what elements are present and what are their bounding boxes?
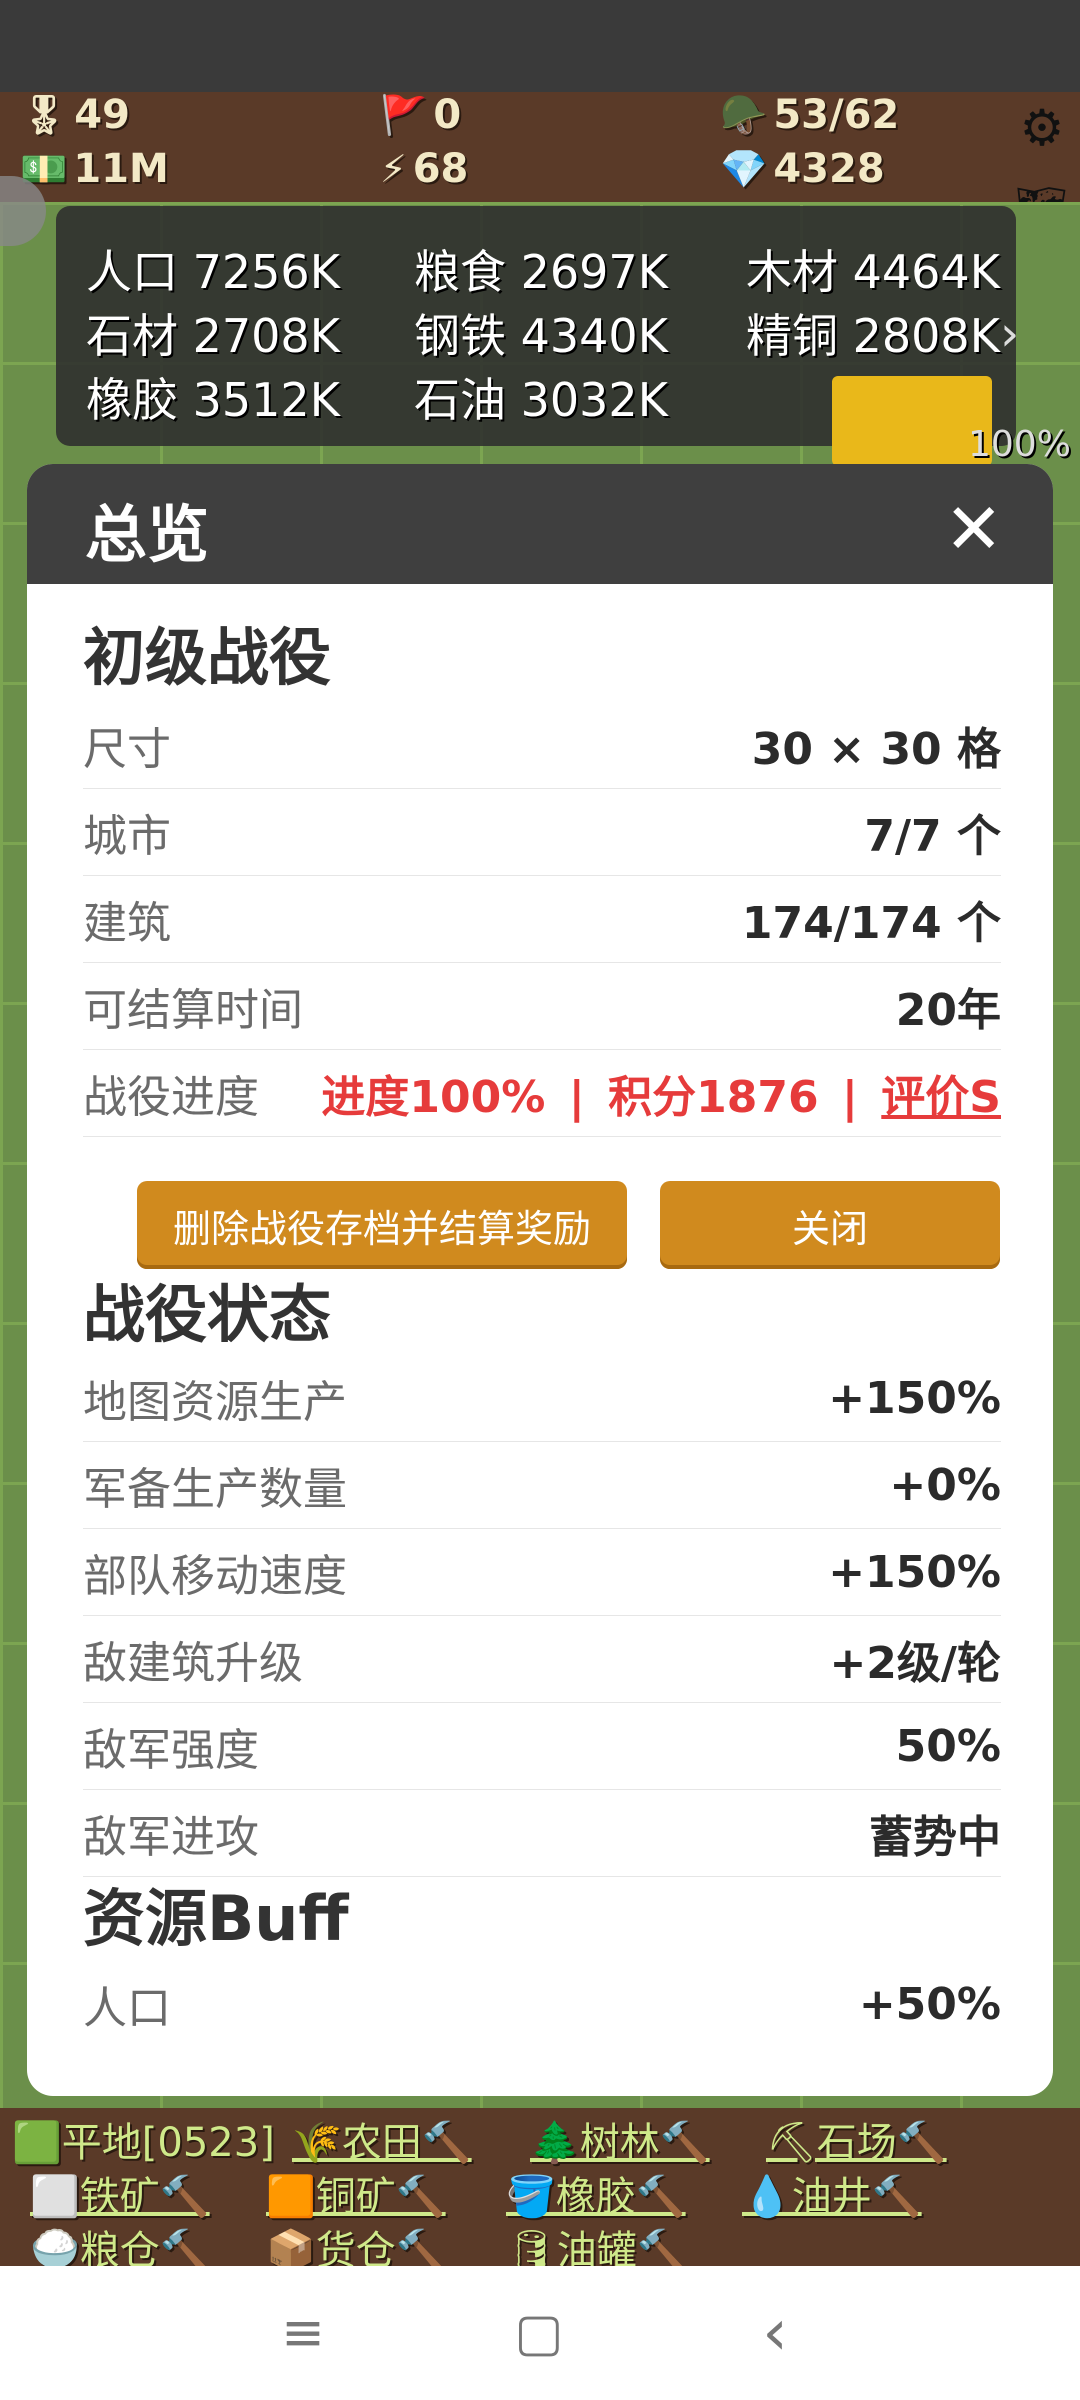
medals-stat: 🎖 49 [20, 92, 130, 138]
row-label: 敌军进攻 [83, 1812, 259, 1863]
delete-save-button[interactable]: 删除战役存档并结算奖励 [137, 1181, 627, 1269]
overview-dialog: 总览 ✕ 初级战役 尺寸 30 × 30 格 城市 7/7 个 建筑 174/1… [27, 464, 1053, 2096]
row-settle-time: 可结算时间 20年 [83, 963, 1001, 1050]
campaign-title: 初级战役 [83, 621, 332, 694]
status-bar [0, 0, 1080, 92]
dialog-header: 总览 ✕ [27, 464, 1053, 584]
row-label: 人口 [83, 1983, 171, 2034]
resource-rubber: 橡胶 3512K [86, 373, 340, 427]
gift-progress: 100% [968, 424, 1071, 465]
row-enemy-attack: 敌军进攻 蓄势中 [83, 1790, 1001, 1877]
energy-value: 68 [412, 146, 469, 192]
buff-title: 资源Buff [83, 1882, 349, 1955]
row-value: +150% [828, 1372, 1001, 1424]
row-label: 建筑 [83, 898, 171, 949]
row-size: 尺寸 30 × 30 格 [83, 702, 1001, 789]
row-value: 50% [895, 1720, 1001, 1772]
row-label: 尺寸 [83, 724, 171, 775]
row-label: 敌军强度 [83, 1725, 259, 1776]
build-copper-mine[interactable]: 🟧铜矿🔨 [266, 2164, 446, 2222]
resource-food: 粮食 2697K [414, 245, 668, 299]
gems-stat: 💎 4328 [720, 146, 885, 192]
row-value: 30 × 30 格 [751, 724, 1001, 775]
status-title: 战役状态 [83, 1278, 332, 1351]
row-value: +50% [858, 1978, 1001, 2030]
build-iron-mine[interactable]: ⬜铁矿🔨 [30, 2164, 210, 2222]
row-label: 城市 [83, 811, 171, 862]
row-value: 174/174 个 [741, 898, 1001, 949]
money-stat: 💵 11M [20, 146, 169, 192]
build-rubber[interactable]: 🪣橡胶🔨 [506, 2164, 686, 2222]
build-farm[interactable]: 🌾农田🔨 [292, 2110, 472, 2168]
troops-stat: 🪖 53/62 [720, 92, 899, 138]
resource-oil: 石油 3032K [414, 373, 668, 427]
row-label: 可结算时间 [83, 985, 303, 1036]
row-label: 敌建筑升级 [83, 1638, 303, 1689]
build-plain[interactable]: 🟩平地[0523] [12, 2110, 275, 2168]
resource-population: 人口 7256K [86, 245, 340, 299]
row-value: +150% [828, 1546, 1001, 1598]
dialog-title: 总览 [85, 498, 210, 571]
helmet-icon: 🪖 [720, 92, 768, 137]
row-value: 20年 [895, 985, 1001, 1036]
gear-icon[interactable]: ⚙ [1010, 96, 1074, 160]
build-bar: 🟩平地[0523] 🌾农田🔨 🌲树林🔨 ⛏石场🔨 ⬜铁矿🔨 🟧铜矿🔨 🪣橡胶🔨 … [0, 2108, 1080, 2274]
flags-stat: 🚩 0 [380, 92, 461, 138]
rating-link[interactable]: 评价S [881, 1072, 1001, 1123]
row-buff-population: 人口 +50% [83, 1961, 1001, 2047]
separator: | [568, 1072, 585, 1123]
row-armament-production: 军备生产数量 +0% [83, 1442, 1001, 1529]
top-hud: 🎖 49 🚩 0 🪖 53/62 💵 11M ⚡ 68 💎 4328 ⚙ 🗺 [0, 92, 1080, 235]
medals-value: 49 [74, 92, 130, 138]
diamond-icon: 💎 [720, 146, 768, 191]
separator: | [841, 1072, 858, 1123]
row-label: 部队移动速度 [83, 1551, 347, 1602]
money-value: 11M [73, 146, 169, 192]
row-value: +2级/轮 [829, 1638, 1001, 1689]
row-cities: 城市 7/7 个 [83, 789, 1001, 876]
row-map-production: 地图资源生产 +150% [83, 1355, 1001, 1442]
back-icon[interactable]: ‹ [730, 2290, 820, 2376]
chevron-right-icon[interactable]: › [1000, 306, 1019, 362]
progress-percent: 进度100% [321, 1072, 546, 1123]
progress-score: 积分1876 [608, 1072, 819, 1123]
system-nav-bar: ≡ ▢ ‹ [0, 2266, 1080, 2400]
gems-value: 4328 [773, 146, 885, 192]
row-value: 7/7 个 [864, 811, 1001, 862]
close-icon[interactable]: ✕ [944, 488, 1003, 570]
row-label: 战役进度 [83, 1072, 259, 1123]
home-icon[interactable]: ▢ [494, 2290, 584, 2376]
progress-summary: 进度100% | 积分1876 | 评价S [321, 1061, 1001, 1125]
row-label: 军备生产数量 [83, 1464, 347, 1515]
build-oil-well[interactable]: 💧油井🔨 [742, 2164, 922, 2222]
resource-stone: 石材 2708K [86, 309, 340, 363]
build-quarry[interactable]: ⛏石场🔨 [766, 2110, 947, 2168]
flags-value: 0 [433, 92, 462, 138]
resource-steel: 钢铁 4340K [414, 309, 668, 363]
flag-icon: 🚩 [380, 92, 428, 137]
dialog-actions: 删除战役存档并结算奖励 关闭 [83, 1137, 1001, 1275]
row-value: +0% [889, 1459, 1001, 1511]
row-move-speed: 部队移动速度 +150% [83, 1529, 1001, 1616]
resource-copper: 精铜 2808K [746, 309, 1000, 363]
menu-icon[interactable]: ≡ [258, 2290, 348, 2376]
lightning-icon: ⚡ [380, 147, 407, 191]
row-label: 地图资源生产 [83, 1377, 347, 1428]
row-enemy-upgrade: 敌建筑升级 +2级/轮 [83, 1616, 1001, 1703]
row-progress: 战役进度 进度100% | 积分1876 | 评价S [83, 1050, 1001, 1137]
resource-wood: 木材 4464K [746, 245, 1000, 299]
energy-stat: ⚡ 68 [380, 146, 468, 192]
row-buildings: 建筑 174/174 个 [83, 876, 1001, 963]
medal-icon: 🎖 [20, 92, 69, 137]
row-enemy-strength: 敌军强度 50% [83, 1703, 1001, 1790]
row-value: 蓄势中 [869, 1812, 1001, 1863]
build-forest[interactable]: 🌲树林🔨 [530, 2110, 710, 2168]
dialog-body[interactable]: 初级战役 尺寸 30 × 30 格 城市 7/7 个 建筑 174/174 个 … [83, 584, 1001, 2047]
close-button[interactable]: 关闭 [660, 1181, 1000, 1269]
troops-value: 53/62 [773, 92, 900, 138]
